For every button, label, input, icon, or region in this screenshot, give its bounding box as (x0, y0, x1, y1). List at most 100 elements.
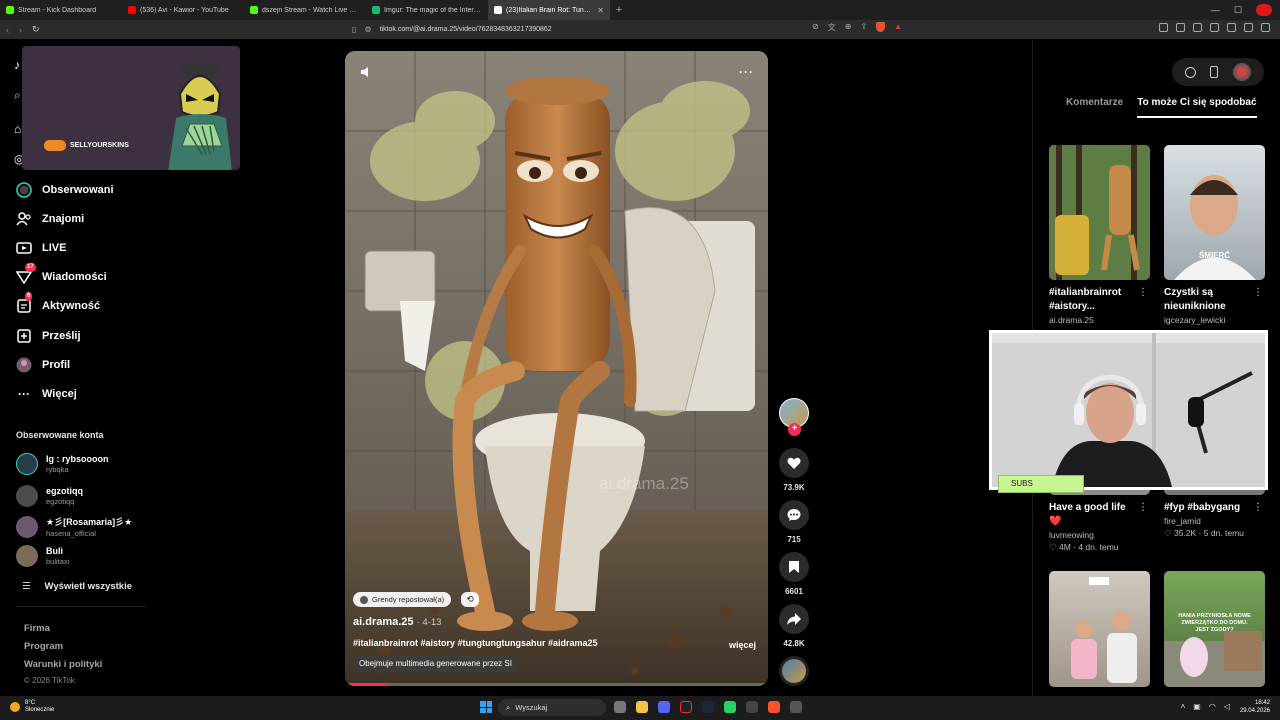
tray-chevron-icon[interactable]: ˄ (1181, 702, 1186, 711)
card-options-icon[interactable]: ⋮ (1138, 287, 1148, 298)
footer-link-terms[interactable]: Warunki i polityki (24, 659, 102, 670)
avatar[interactable] (1232, 63, 1251, 81)
repost-badge[interactable]: Grendy repostował(a) (353, 592, 452, 607)
followed-account[interactable]: egzotiqq egzotiqq (16, 485, 83, 507)
new-tab-button[interactable]: + (610, 4, 628, 16)
volume-icon[interactable] (359, 65, 373, 82)
video-progress-bar[interactable] (345, 683, 768, 686)
window-controls: — ☐ (1211, 4, 1280, 16)
compass-icon[interactable] (1185, 66, 1197, 78)
repost-icon[interactable]: ⟲ (461, 592, 479, 607)
nav-label: LIVE (42, 242, 67, 254)
card-options-icon[interactable]: ⋮ (1253, 502, 1263, 513)
maximize-icon[interactable]: ☐ (1234, 5, 1242, 16)
footer-link-program[interactable]: Program (24, 641, 63, 652)
taskbar-clock[interactable]: 18:42 29.04.2026 (1240, 699, 1270, 715)
video-thumbnail[interactable] (1049, 145, 1150, 280)
zoom-icon[interactable]: ⊕ (845, 22, 852, 33)
brave-icon[interactable] (768, 701, 780, 713)
show-all-button[interactable]: ☰ Wyświetl wszystkie (22, 581, 132, 592)
steam-icon[interactable] (702, 701, 714, 713)
tab-close-icon[interactable]: ✕ (597, 6, 604, 15)
video-hashtags[interactable]: #italianbrainrot #aistory #tungtungtungs… (353, 638, 598, 648)
app-icon[interactable] (746, 701, 758, 713)
site-info-icon[interactable]: ⚙ (364, 25, 371, 34)
media-icon[interactable] (1210, 23, 1219, 32)
app-icon[interactable] (790, 701, 802, 713)
nav-item-more[interactable]: ··· Więcej (16, 386, 77, 402)
sidebar-icon[interactable] (1227, 23, 1236, 32)
minimize-icon[interactable]: — (1211, 5, 1220, 15)
bookmark-icon[interactable]: ▯ (352, 25, 356, 34)
footer-link-company[interactable]: Firma (24, 623, 50, 634)
wallet-icon[interactable] (1244, 23, 1253, 32)
device-icon[interactable] (1210, 66, 1219, 78)
tray-app-icon[interactable]: ▣ (1193, 702, 1201, 711)
start-button[interactable] (480, 701, 492, 713)
like-button[interactable]: 73.9K (779, 448, 809, 492)
followed-account[interactable]: Buli bulitaxi (16, 545, 69, 567)
tab-comments[interactable]: Komentarze (1066, 97, 1123, 118)
block-icon[interactable]: ⊘ (812, 22, 819, 33)
nav-item-messages[interactable]: 17 Wiadomości (16, 263, 107, 285)
nav-item-live[interactable]: LIVE (16, 240, 66, 256)
forward-icon[interactable]: › (19, 25, 22, 35)
recommended-video-card[interactable] (1049, 571, 1150, 687)
browser-tab[interactable]: Imgur: The magic of the Internet (366, 0, 488, 20)
card-options-icon[interactable]: ⋮ (1253, 287, 1263, 298)
discord-icon[interactable] (658, 701, 670, 713)
task-view-icon[interactable] (614, 701, 626, 713)
rewards-icon[interactable]: ▲ (894, 22, 902, 33)
followed-account[interactable]: Ig : rybsoooon rybqka (16, 453, 109, 475)
nav-item-activity[interactable]: 6 Aktywność (16, 292, 100, 314)
recommended-video-card[interactable]: HANIA PRZYNIOSŁA NOWE ZWIERZĄTKO DO DOMU… (1164, 571, 1265, 687)
nav-item-friends[interactable]: Znajomi (16, 211, 84, 227)
tab-recommended[interactable]: To może Ci się spodobać (1137, 97, 1257, 118)
share-icon[interactable]: ⇪ (860, 22, 867, 33)
nav-item-following[interactable]: Obserwowani (16, 182, 114, 198)
video-author[interactable]: ai.drama.25 · 4-13 (353, 616, 441, 628)
video-thumbnail[interactable]: ŚMIERĆ (1164, 145, 1265, 280)
comment-button[interactable]: 715 (779, 500, 809, 544)
share-button[interactable]: 42.8K (779, 604, 809, 648)
recommended-video-card[interactable]: ŚMIERĆ Czystki są nieuniknione igcezary_… (1164, 145, 1265, 325)
whatsapp-icon[interactable] (724, 701, 736, 713)
browser-tab[interactable]: (536) Avi - Kawior - YouTube (122, 0, 244, 20)
card-author: igcezary_lewicki (1164, 315, 1226, 325)
following-icon (16, 182, 32, 198)
description-more-link[interactable]: więcej (729, 640, 756, 650)
weather-widget[interactable]: 8°C Słonecznie (10, 700, 54, 714)
taskbar-search[interactable]: ⌕ Wyszukaj (498, 699, 606, 716)
translate-icon[interactable]: 文 (828, 22, 836, 33)
video-thumbnail[interactable] (1049, 571, 1150, 687)
followed-account[interactable]: ★彡[Rosamaria]彡★ hasena_official (16, 515, 132, 538)
search-icon[interactable]: ⌕ (14, 88, 21, 103)
browser-tab-active[interactable]: (23)Italian Brain Rot: Tung Tu ✕ (488, 0, 610, 20)
extension-icon[interactable] (1176, 23, 1185, 32)
reload-icon[interactable]: ↻ (32, 24, 40, 35)
video-thumbnail[interactable]: HANIA PRZYNIOSŁA NOWE ZWIERZĄTKO DO DOMU… (1164, 571, 1265, 687)
tiktok-logo-icon[interactable]: ♪ (14, 58, 20, 72)
volume-icon[interactable]: ◁ (1224, 702, 1230, 711)
recommended-video-card[interactable]: #italianbrainrot #aistory... ai.drama.25… (1049, 145, 1150, 325)
wifi-icon[interactable]: ◠ (1209, 702, 1216, 711)
nav-item-upload[interactable]: Prześlij (16, 328, 81, 344)
video-player[interactable]: ··· ai.drama.25 Grendy repostował(a) ⟲ a… (345, 51, 768, 686)
nav-item-profile[interactable]: Profil (16, 357, 70, 373)
save-button[interactable]: 6601 (779, 552, 809, 596)
menu-icon[interactable] (1261, 23, 1270, 32)
extension-icon[interactable] (1159, 23, 1168, 32)
file-explorer-icon[interactable] (636, 701, 648, 713)
video-options-icon[interactable]: ··· (739, 65, 754, 79)
brave-shield-icon[interactable] (876, 22, 886, 32)
video-frame-image (345, 51, 768, 686)
back-icon[interactable]: ‹ (6, 25, 9, 35)
music-disc-icon[interactable] (779, 656, 809, 686)
browser-tab[interactable]: Stream - Kick Dashboard (0, 0, 122, 20)
home-icon[interactable]: ⌂ (14, 122, 21, 136)
extension-icon[interactable] (1193, 23, 1202, 32)
follow-button[interactable]: + (788, 423, 801, 436)
card-options-icon[interactable]: ⋮ (1138, 502, 1148, 513)
obs-icon[interactable] (680, 701, 692, 713)
browser-tab[interactable]: dszejn Stream - Watch Live on Kick (244, 0, 366, 20)
